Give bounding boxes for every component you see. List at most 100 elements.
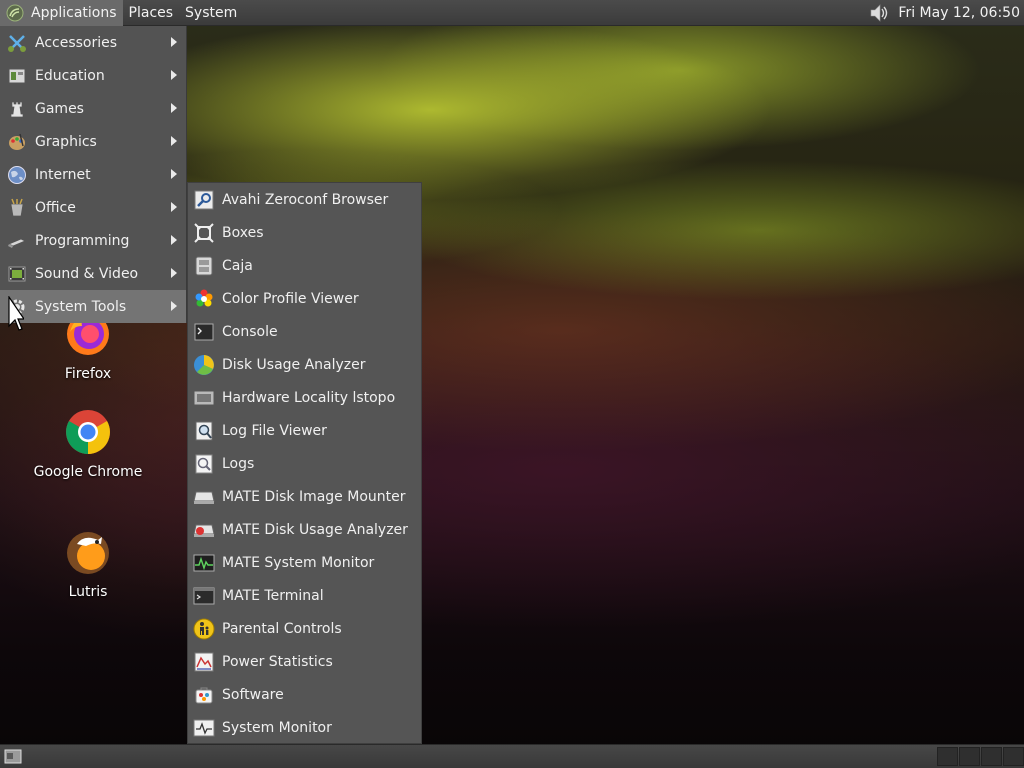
submenu-item-label: Color Profile Viewer: [222, 290, 359, 307]
submenu-item-mate-system-monitor[interactable]: MATE System Monitor: [188, 546, 421, 579]
places-menu[interactable]: Places: [123, 0, 180, 26]
applications-menu[interactable]: Applications: [0, 0, 123, 26]
terminal-icon: [193, 585, 215, 607]
log-viewer-icon: [193, 420, 215, 442]
submenu-item-console[interactable]: Console: [188, 315, 421, 348]
desktop-icon-lutris[interactable]: Lutris: [33, 528, 143, 600]
parental-controls-icon: [193, 618, 215, 640]
system-tools-submenu: Avahi Zeroconf Browser Boxes Caja Color …: [187, 182, 422, 744]
desktop-icon-chrome[interactable]: Google Chrome: [33, 408, 143, 480]
desktop-icon-label: Google Chrome: [33, 464, 143, 480]
submenu-arrow-icon: [171, 70, 177, 80]
submenu-item-label: Hardware Locality lstopo: [222, 389, 396, 406]
submenu-item-software[interactable]: Software: [188, 678, 421, 711]
submenu-item-parental-controls[interactable]: Parental Controls: [188, 612, 421, 645]
menu-item-label: System Tools: [35, 298, 127, 315]
workspace-1[interactable]: [937, 747, 958, 766]
accessories-icon: [7, 33, 27, 53]
submenu-arrow-icon: [171, 202, 177, 212]
lutris-icon: [67, 532, 109, 574]
submenu-item-caja[interactable]: Caja: [188, 249, 421, 282]
top-panel: Applications Places System Fri May 12, 0…: [0, 0, 1024, 26]
submenu-item-label: MATE Disk Usage Analyzer: [222, 521, 408, 538]
mate-disk-usage-icon: [193, 519, 215, 541]
submenu-item-mate-terminal[interactable]: MATE Terminal: [188, 579, 421, 612]
menu-item-label: Programming: [35, 232, 130, 249]
menu-item-label: Internet: [35, 166, 91, 183]
menu-item-system-tools[interactable]: System Tools: [0, 290, 186, 323]
system-menu-label: System: [185, 4, 238, 21]
submenu-item-label: Disk Usage Analyzer: [222, 356, 366, 373]
disk-usage-icon: [193, 354, 215, 376]
submenu-item-label: Parental Controls: [222, 620, 342, 637]
monitor-icon: [193, 717, 215, 739]
submenu-arrow-icon: [171, 268, 177, 278]
submenu-item-mate-disk-usage-analyzer[interactable]: MATE Disk Usage Analyzer: [188, 513, 421, 546]
submenu-item-label: System Monitor: [222, 719, 332, 736]
submenu-arrow-icon: [171, 169, 177, 179]
submenu-arrow-icon: [171, 235, 177, 245]
system-monitor-icon: [193, 552, 215, 574]
submenu-item-hardware-locality[interactable]: Hardware Locality lstopo: [188, 381, 421, 414]
submenu-item-disk-usage-analyzer[interactable]: Disk Usage Analyzer: [188, 348, 421, 381]
submenu-arrow-icon: [171, 103, 177, 113]
submenu-item-system-monitor[interactable]: System Monitor: [188, 711, 421, 744]
menu-item-label: Education: [35, 67, 105, 84]
mate-logo-icon: [6, 4, 24, 21]
workspace-2[interactable]: [959, 747, 980, 766]
mouse-cursor-icon: [8, 296, 24, 331]
volume-icon[interactable]: [868, 2, 890, 24]
education-icon: [7, 66, 27, 86]
menu-item-accessories[interactable]: Accessories: [0, 26, 186, 59]
menu-item-graphics[interactable]: Graphics: [0, 125, 186, 158]
submenu-item-mate-disk-image-mounter[interactable]: MATE Disk Image Mounter: [188, 480, 421, 513]
console-icon: [193, 321, 215, 343]
games-icon: [7, 99, 27, 119]
submenu-item-boxes[interactable]: Boxes: [188, 216, 421, 249]
software-icon: [193, 684, 215, 706]
submenu-item-log-file-viewer[interactable]: Log File Viewer: [188, 414, 421, 447]
menu-item-games[interactable]: Games: [0, 92, 186, 125]
office-icon: [7, 198, 27, 218]
submenu-item-label: MATE Disk Image Mounter: [222, 488, 406, 505]
submenu-item-logs[interactable]: Logs: [188, 447, 421, 480]
power-statistics-icon: [193, 651, 215, 673]
color-profile-icon: [193, 288, 215, 310]
desktop-icon-label: Firefox: [64, 366, 112, 382]
system-menu[interactable]: System: [179, 0, 243, 26]
submenu-item-label: Logs: [222, 455, 255, 472]
logs-icon: [193, 453, 215, 475]
menu-item-label: Games: [35, 100, 84, 117]
menu-item-internet[interactable]: Internet: [0, 158, 186, 191]
menu-item-education[interactable]: Education: [0, 59, 186, 92]
menu-item-label: Graphics: [35, 133, 97, 150]
applications-menu-label: Applications: [31, 4, 117, 21]
submenu-arrow-icon: [171, 37, 177, 47]
internet-icon: [7, 165, 27, 185]
submenu-item-avahi[interactable]: Avahi Zeroconf Browser: [188, 183, 421, 216]
show-desktop-icon[interactable]: [4, 748, 22, 765]
submenu-item-label: Avahi Zeroconf Browser: [222, 191, 389, 208]
places-menu-label: Places: [128, 4, 174, 21]
programming-icon: [7, 231, 27, 251]
graphics-icon: [7, 132, 27, 152]
workspace-4[interactable]: [1003, 747, 1024, 766]
chrome-icon: [66, 410, 110, 454]
sound-video-icon: [7, 264, 27, 284]
menu-item-label: Office: [35, 199, 76, 216]
hardware-locality-icon: [193, 387, 215, 409]
boxes-icon: [193, 222, 215, 244]
menu-item-programming[interactable]: Programming: [0, 224, 186, 257]
clock[interactable]: Fri May 12, 06:50: [892, 5, 1024, 21]
menu-item-label: Accessories: [35, 34, 118, 51]
submenu-item-power-statistics[interactable]: Power Statistics: [188, 645, 421, 678]
menu-item-sound-video[interactable]: Sound & Video: [0, 257, 186, 290]
avahi-icon: [193, 189, 215, 211]
menu-item-label: Sound & Video: [35, 265, 139, 282]
submenu-item-color-profile-viewer[interactable]: Color Profile Viewer: [188, 282, 421, 315]
submenu-item-label: Software: [222, 686, 284, 703]
menu-item-office[interactable]: Office: [0, 191, 186, 224]
submenu-item-label: Console: [222, 323, 278, 340]
submenu-item-label: Power Statistics: [222, 653, 333, 670]
workspace-3[interactable]: [981, 747, 1002, 766]
